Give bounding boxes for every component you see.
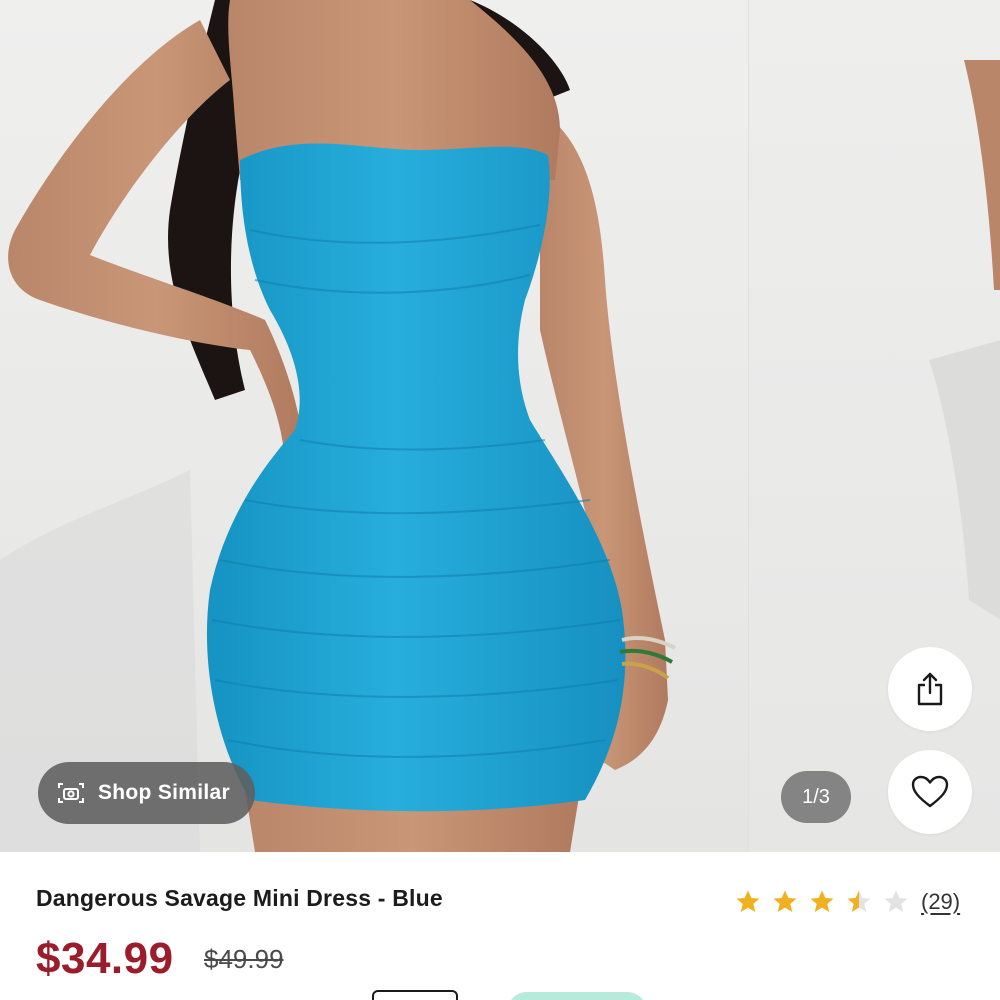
rating-stars xyxy=(735,889,909,915)
promo-chip[interactable] xyxy=(507,992,647,1000)
product-image-next-preview[interactable] xyxy=(748,0,1000,852)
star-icon xyxy=(847,890,871,912)
favorite-button[interactable] xyxy=(888,750,972,834)
star-icon xyxy=(773,890,797,912)
share-icon xyxy=(917,672,943,706)
original-price: $49.99 xyxy=(204,944,284,974)
shop-similar-label: Shop Similar xyxy=(98,781,230,804)
sale-price: $34.99 xyxy=(36,934,174,983)
shop-similar-button[interactable]: Shop Similar xyxy=(38,762,255,824)
model-photo xyxy=(0,0,676,852)
star-icon xyxy=(736,890,760,912)
heart-icon xyxy=(911,775,949,808)
star-icon xyxy=(884,890,908,912)
size-option[interactable] xyxy=(372,990,458,1000)
camera-icon xyxy=(58,783,84,803)
image-counter: 1/3 xyxy=(781,771,851,823)
review-count-link[interactable]: (29) xyxy=(921,889,960,915)
star-icon xyxy=(810,890,834,912)
product-info: Dangerous Savage Mini Dress - Blue (29) … xyxy=(0,852,1000,1000)
rating-summary[interactable]: (29) xyxy=(735,889,960,915)
product-image-main[interactable] xyxy=(0,0,748,852)
share-button[interactable] xyxy=(888,647,972,731)
product-image-gallery[interactable]: Shop Similar 1/3 xyxy=(0,0,1000,852)
product-title: Dangerous Savage Mini Dress - Blue xyxy=(36,885,443,911)
model-photo-preview xyxy=(929,60,1000,620)
